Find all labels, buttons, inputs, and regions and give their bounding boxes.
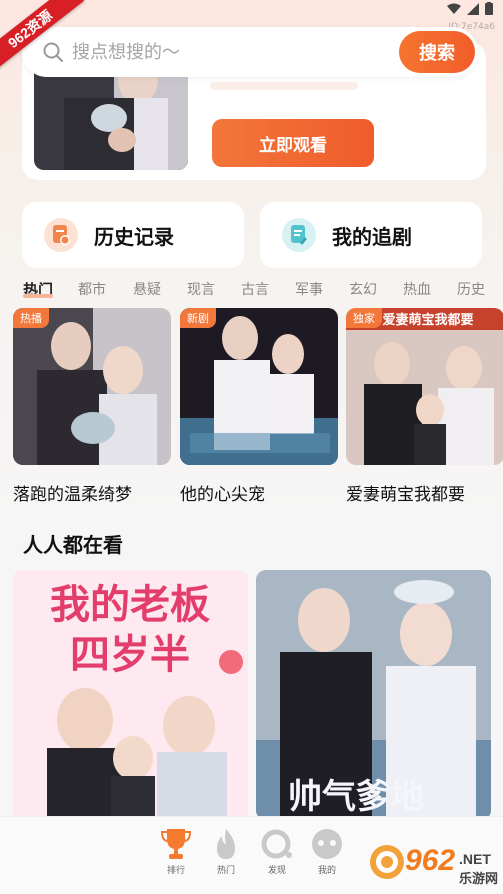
section-title: 人人都在看 — [23, 535, 123, 557]
hero-title-placeholder — [210, 82, 358, 90]
history-card[interactable]: 历史记录 — [22, 202, 244, 268]
tab-modern-romance[interactable]: 现言 — [187, 279, 215, 299]
featured-poster[interactable]: 帅气爹地 — [256, 570, 491, 820]
signal-icon — [467, 2, 479, 15]
drama-title[interactable]: 落跑的温柔绮梦 — [13, 480, 171, 505]
discover-icon — [261, 829, 292, 859]
profile-icon — [312, 829, 342, 859]
history-label: 历史记录 — [94, 226, 174, 249]
my-follow-card[interactable]: 我的追剧 — [260, 202, 482, 268]
tab-history[interactable]: 历史 — [457, 279, 485, 299]
wifi-icon — [447, 3, 461, 14]
drama-poster-art-3: 爱妻萌宝我都要 — [346, 308, 503, 465]
logo-sub: 乐游网 — [459, 871, 498, 886]
drama-poster[interactable]: 爱妻萌宝我都要 独家 — [346, 308, 503, 465]
tab-urban[interactable]: 都市 — [78, 279, 106, 299]
site-logo: 962 .NET 乐游网 — [370, 844, 498, 886]
trophy-icon — [161, 829, 191, 859]
nav-hot[interactable]: 热门 — [204, 827, 248, 876]
drama-title[interactable]: 爱妻萌宝我都要 — [346, 480, 503, 505]
follow-label: 我的追剧 — [332, 226, 412, 249]
drama-badge: 热播 — [13, 308, 49, 328]
drama-poster[interactable]: 新剧 — [180, 308, 338, 465]
search-input[interactable] — [72, 41, 392, 63]
nav-mine-label: 我的 — [317, 865, 336, 875]
drama-title[interactable]: 他的心尖宠 — [180, 480, 338, 505]
tab-suspense[interactable]: 悬疑 — [133, 279, 161, 299]
drama-poster-art-2 — [180, 308, 338, 465]
featured-poster-1-line2: 四岁半 — [70, 633, 190, 677]
active-tab-indicator — [23, 294, 53, 298]
drama-poster-3-banner: 爱妻萌宝我都要 — [382, 312, 473, 327]
history-icon — [44, 218, 78, 252]
search-bar[interactable]: 搜索 — [22, 27, 478, 77]
follow-icon — [282, 218, 316, 252]
category-tabs: 热门 都市 悬疑 现言 古言 军事 玄幻 热血 历史 — [0, 279, 503, 301]
drama-poster-art-1 — [13, 308, 171, 465]
watch-now-button[interactable]: 立即观看 — [212, 119, 374, 167]
featured-poster-art-2: 帅气爹地 — [256, 570, 491, 820]
featured-poster[interactable]: 我的老板 四岁半 — [13, 570, 248, 820]
featured-poster-1-line1: 我的老板 — [50, 583, 210, 627]
drama-card[interactable]: 爱妻萌宝我都要 独家 爱妻萌宝我都要 — [346, 308, 503, 505]
tab-passion[interactable]: 热血 — [403, 279, 431, 299]
tab-ancient-romance[interactable]: 古言 — [241, 279, 269, 299]
nav-hot-label: 热门 — [216, 865, 235, 875]
drama-card[interactable]: 新剧 他的心尖宠 — [180, 308, 338, 505]
drama-poster[interactable]: 热播 — [13, 308, 171, 465]
logo-suffix: .NET — [459, 851, 491, 867]
logo-main: 962 — [405, 844, 455, 877]
drama-badge: 独家 — [346, 308, 382, 328]
featured-poster-2-text: 帅气爹地 — [288, 778, 424, 816]
drama-badge: 新剧 — [180, 308, 216, 328]
tab-military[interactable]: 军事 — [295, 279, 323, 299]
search-icon — [43, 42, 63, 62]
drama-card[interactable]: 热播 落跑的温柔绮梦 — [13, 308, 171, 505]
flame-icon — [217, 829, 235, 859]
tab-fantasy[interactable]: 玄幻 — [349, 279, 377, 299]
nav-mine[interactable]: 我的 — [305, 827, 349, 876]
nav-ranking[interactable]: 排行 — [154, 827, 198, 876]
nav-discover-label: 发现 — [267, 865, 286, 875]
nav-ranking-label: 排行 — [166, 865, 185, 875]
status-icons — [447, 2, 493, 15]
battery-icon — [485, 2, 493, 15]
featured-poster-art-1: 我的老板 四岁半 — [13, 570, 248, 820]
search-button[interactable]: 搜索 — [399, 31, 475, 73]
nav-discover[interactable]: 发现 — [255, 827, 299, 876]
